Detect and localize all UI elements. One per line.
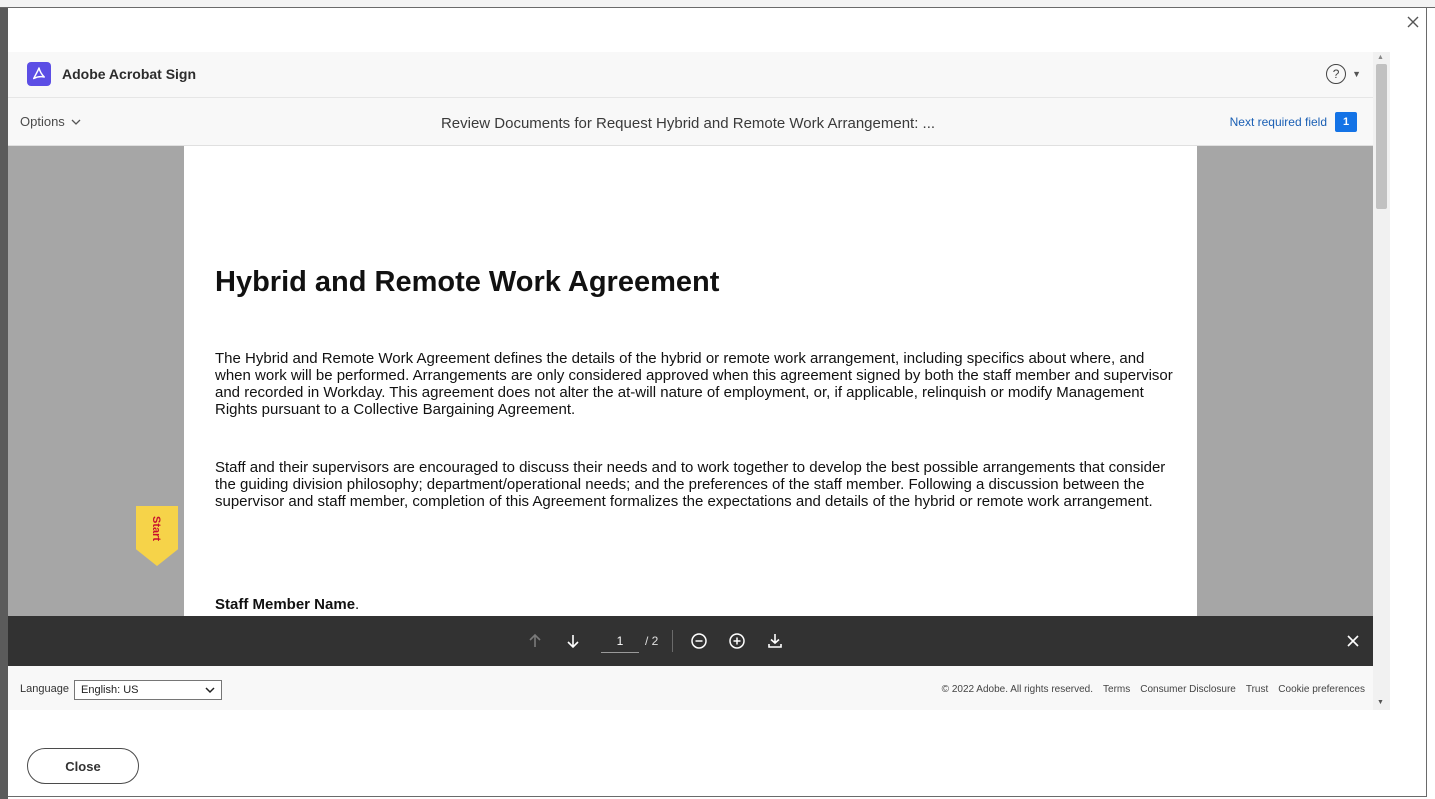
page-navigation-bar: / 2 — [8, 616, 1373, 666]
agreement-paragraph: Staff and their supervisors are encourag… — [215, 459, 1166, 510]
page-number-input[interactable] — [601, 629, 639, 653]
consumer-disclosure-link[interactable]: Consumer Disclosure — [1140, 684, 1236, 695]
agreement-paragraph: The Hybrid and Remote Work Agreement def… — [215, 350, 1173, 418]
sign-footer: Language English: US © 2022 Adobe. All r… — [8, 666, 1373, 710]
footer-links: © 2022 Adobe. All rights reserved. Terms… — [942, 684, 1365, 695]
backdrop-left-strip — [0, 8, 8, 799]
zoom-out-icon — [691, 633, 708, 649]
required-field-count-badge: 1 — [1335, 112, 1357, 132]
modal-close-icon[interactable] — [1405, 14, 1421, 30]
language-value: English: US — [81, 684, 139, 696]
terms-link[interactable]: Terms — [1103, 684, 1130, 695]
toolbar-divider — [672, 630, 674, 652]
sign-header: Adobe Acrobat Sign ? ▼ — [8, 52, 1373, 98]
scroll-down-icon[interactable]: ▼ — [1377, 699, 1384, 706]
app-name: Adobe Acrobat Sign — [62, 66, 197, 82]
scrollbar-thumb[interactable] — [1376, 64, 1387, 209]
previous-page-button[interactable] — [523, 629, 547, 653]
scroll-up-icon[interactable]: ▲ — [1377, 54, 1384, 61]
agreement-title: Hybrid and Remote Work Agreement — [215, 266, 720, 298]
language-label: Language — [20, 683, 69, 695]
help-button[interactable]: ? ▼ — [1326, 64, 1361, 84]
staff-member-name-label: Staff Member Name. — [215, 596, 359, 613]
language-select[interactable]: English: US — [74, 680, 222, 700]
document-page: Hybrid and Remote Work Agreement The Hyb… — [184, 146, 1197, 616]
next-page-button[interactable] — [561, 629, 585, 653]
close-viewer-button[interactable] — [1341, 629, 1365, 653]
close-icon — [1347, 635, 1359, 647]
field-label-suffix: . — [355, 596, 360, 613]
page-navigation-controls: / 2 — [523, 629, 801, 653]
zoom-out-button[interactable] — [687, 629, 711, 653]
vertical-scrollbar[interactable]: ▲ ▼ — [1373, 52, 1390, 710]
arrow-down-icon — [567, 635, 579, 649]
start-signing-tag[interactable]: Start — [136, 506, 178, 566]
trust-link[interactable]: Trust — [1246, 684, 1268, 695]
chevron-down-icon: ▼ — [1352, 69, 1361, 79]
sign-toolbar: Options Review Documents for Request Hyb… — [8, 98, 1373, 146]
close-button[interactable]: Close — [27, 748, 139, 784]
arrow-up-icon — [529, 633, 541, 647]
document-viewer[interactable]: Hybrid and Remote Work Agreement The Hyb… — [8, 146, 1373, 616]
zoom-in-button[interactable] — [725, 629, 749, 653]
page-total: / 2 — [645, 634, 659, 648]
next-required-field-label: Next required field — [1229, 115, 1327, 129]
chevron-down-icon — [205, 687, 215, 694]
copyright-text: © 2022 Adobe. All rights reserved. — [941, 684, 1094, 695]
field-label-text: Staff Member Name — [215, 596, 356, 613]
next-required-field-button[interactable]: Next required field 1 — [1230, 112, 1357, 132]
cookie-preferences-link[interactable]: Cookie preferences — [1278, 684, 1365, 695]
backdrop-top-strip — [0, 0, 1435, 8]
start-tag-label: Start — [150, 516, 162, 542]
download-icon — [768, 634, 783, 648]
acrobat-sign-frame: Adobe Acrobat Sign ? ▼ Options Review Do… — [8, 52, 1390, 710]
question-circle-icon: ? — [1326, 64, 1347, 84]
acrobat-logo-icon — [27, 62, 51, 86]
download-button[interactable] — [763, 629, 787, 653]
document-title: Review Documents for Request Hybrid and … — [440, 115, 936, 132]
zoom-in-icon — [729, 633, 746, 649]
